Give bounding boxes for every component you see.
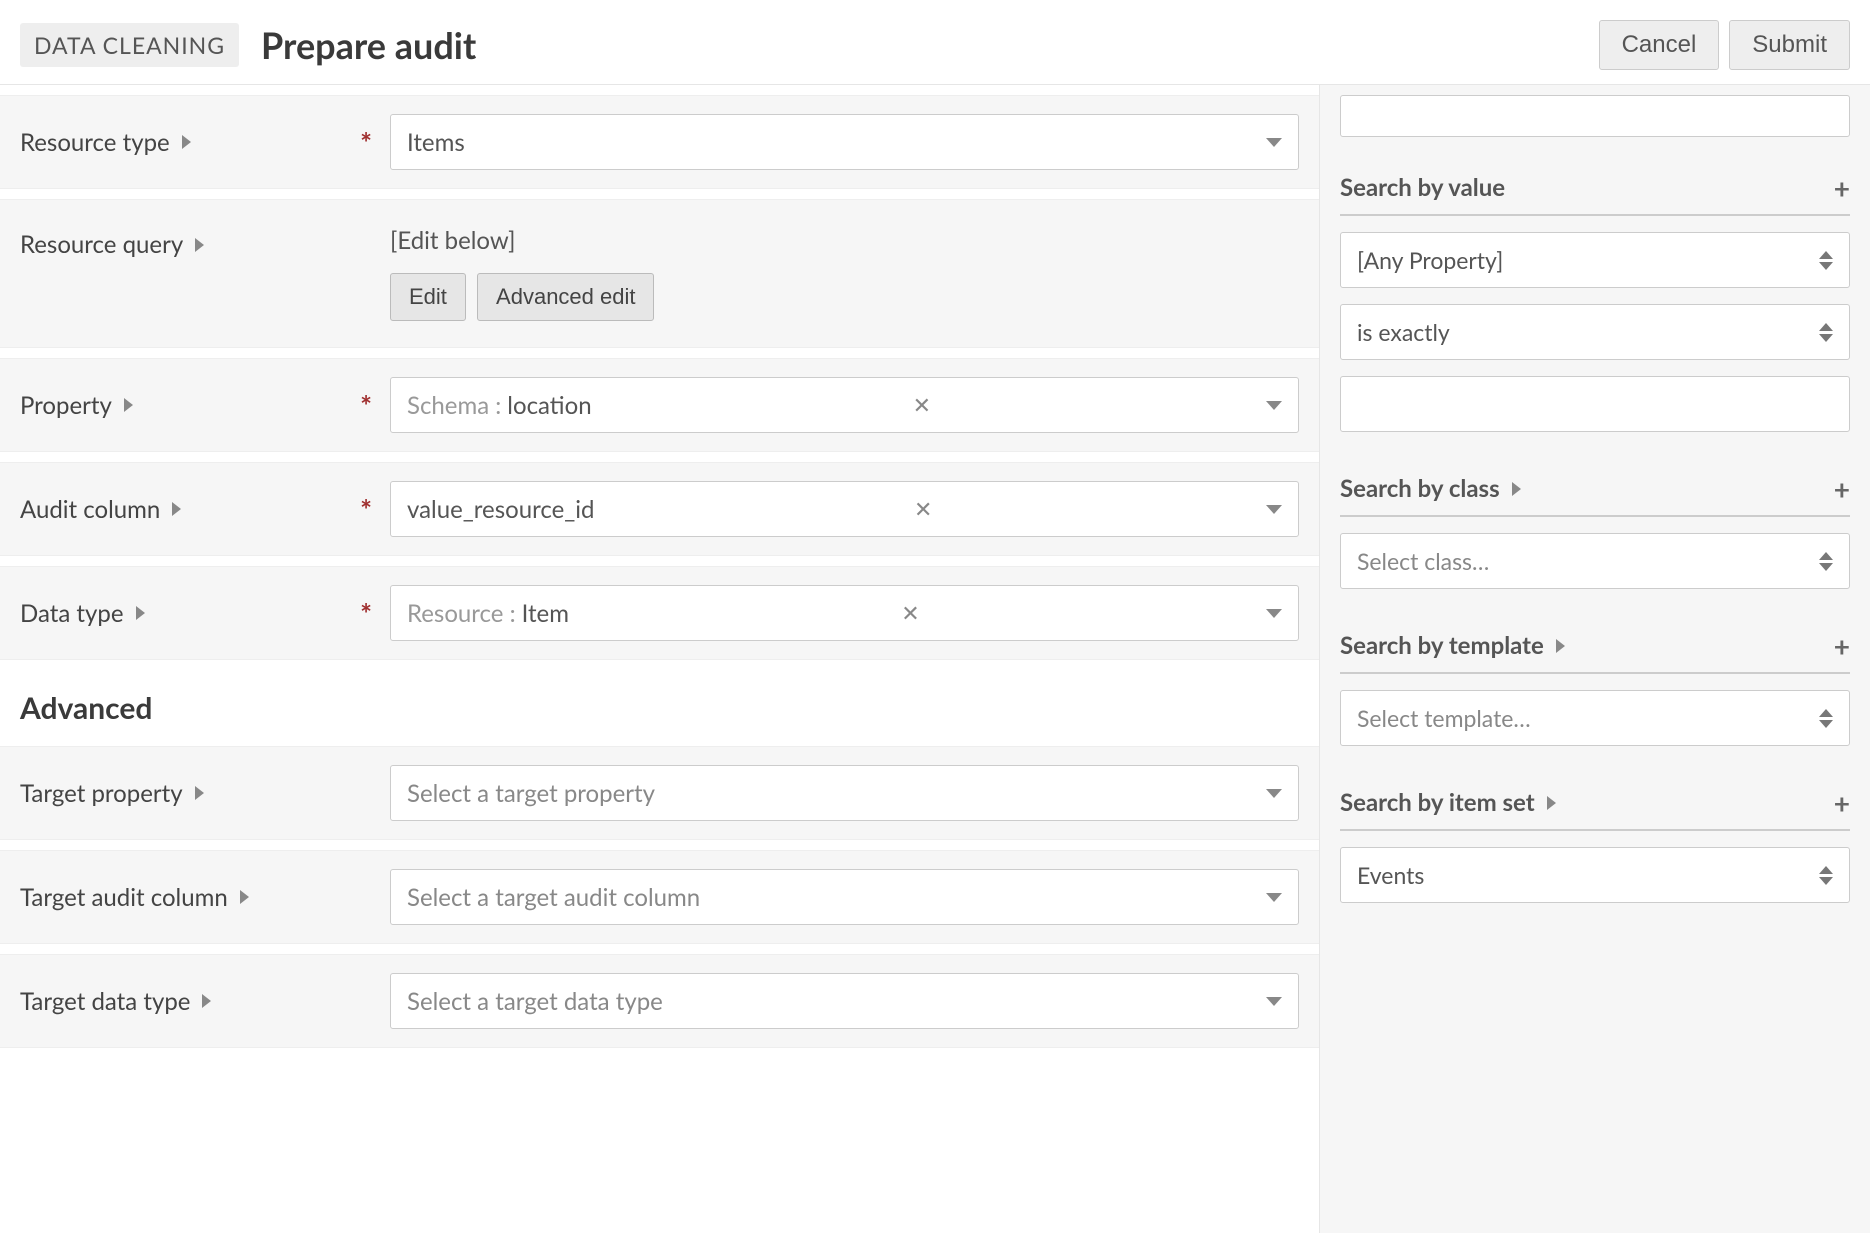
chevron-down-icon bbox=[1266, 789, 1282, 798]
chevron-right-icon[interactable] bbox=[124, 398, 133, 412]
search-by-value-title: Search by value bbox=[1340, 173, 1505, 202]
plus-icon[interactable]: + bbox=[1834, 789, 1850, 817]
field-resource-query: Resource query [Edit below] Edit Advance… bbox=[0, 199, 1319, 348]
select-placeholder: Select a target audit column bbox=[407, 883, 700, 912]
submit-button[interactable]: Submit bbox=[1729, 20, 1850, 70]
combo-prefix: Resource : bbox=[407, 599, 516, 628]
label-audit-column: Audit column bbox=[20, 495, 160, 524]
chevron-right-icon[interactable] bbox=[1512, 482, 1521, 496]
plus-icon[interactable]: + bbox=[1834, 475, 1850, 503]
field-audit-column: Audit column * value_resource_id ✕ bbox=[0, 462, 1319, 556]
select-placeholder: Select a target data type bbox=[407, 987, 663, 1016]
select-value: Items bbox=[407, 128, 465, 157]
label-target-audit-column: Target audit column bbox=[20, 883, 228, 912]
breadcrumb[interactable]: DATA CLEANING bbox=[20, 23, 239, 67]
select-value: [Any Property] bbox=[1357, 246, 1503, 274]
combo-property[interactable]: Schema : location ✕ bbox=[390, 377, 1299, 433]
label-data-type: Data type bbox=[20, 599, 124, 628]
edit-button[interactable]: Edit bbox=[390, 273, 466, 321]
chevron-down-icon bbox=[1266, 138, 1282, 147]
combo-data-type[interactable]: Resource : Item ✕ bbox=[390, 585, 1299, 641]
select-placeholder: Select class… bbox=[1357, 547, 1489, 575]
field-property: Property * Schema : location ✕ bbox=[0, 358, 1319, 452]
label-target-property: Target property bbox=[20, 779, 183, 808]
search-by-class-title: Search by class bbox=[1340, 474, 1500, 503]
label-property: Property bbox=[20, 391, 112, 420]
sort-icon bbox=[1819, 866, 1833, 885]
combo-prefix: Schema : bbox=[407, 391, 501, 420]
close-icon[interactable]: ✕ bbox=[914, 495, 932, 523]
chevron-right-icon[interactable] bbox=[240, 890, 249, 904]
chevron-right-icon[interactable] bbox=[172, 502, 181, 516]
search-template-select[interactable]: Select template… bbox=[1340, 690, 1850, 746]
page-header: DATA CLEANING Prepare audit Cancel Submi… bbox=[0, 0, 1870, 85]
field-target-data-type: Target data type Select a target data ty… bbox=[0, 954, 1319, 1048]
search-by-class-header: Search by class + bbox=[1340, 466, 1850, 517]
combo-value: value_resource_id bbox=[407, 495, 594, 524]
chevron-right-icon[interactable] bbox=[182, 135, 191, 149]
sort-icon bbox=[1819, 552, 1833, 571]
search-class-select[interactable]: Select class… bbox=[1340, 533, 1850, 589]
search-by-value-header: Search by value + bbox=[1340, 165, 1850, 216]
cancel-button[interactable]: Cancel bbox=[1599, 20, 1720, 70]
search-by-template-title: Search by template bbox=[1340, 631, 1544, 660]
select-value: is exactly bbox=[1357, 318, 1450, 346]
chevron-down-icon bbox=[1266, 401, 1282, 410]
plus-icon[interactable]: + bbox=[1834, 632, 1850, 660]
sort-icon bbox=[1819, 323, 1833, 342]
sort-icon bbox=[1819, 251, 1833, 270]
chevron-down-icon bbox=[1266, 997, 1282, 1006]
select-target-data-type[interactable]: Select a target data type bbox=[390, 973, 1299, 1029]
select-target-property[interactable]: Select a target property bbox=[390, 765, 1299, 821]
search-value-property[interactable]: [Any Property] bbox=[1340, 232, 1850, 288]
label-target-data-type: Target data type bbox=[20, 987, 190, 1016]
sort-icon bbox=[1819, 709, 1833, 728]
label-resource-type: Resource type bbox=[20, 128, 170, 157]
required-icon: * bbox=[360, 596, 372, 630]
select-placeholder: Select template… bbox=[1357, 704, 1531, 732]
label-resource-query: Resource query bbox=[20, 230, 183, 259]
search-by-item-set-header: Search by item set + bbox=[1340, 780, 1850, 831]
form-pane: Resource type * Items Resource query [Ed… bbox=[0, 85, 1320, 1233]
search-by-template-header: Search by template + bbox=[1340, 623, 1850, 674]
resource-query-hint: [Edit below] bbox=[390, 226, 1299, 255]
chevron-right-icon[interactable] bbox=[202, 994, 211, 1008]
required-icon: * bbox=[360, 492, 372, 526]
chevron-down-icon bbox=[1266, 505, 1282, 514]
select-value: Events bbox=[1357, 861, 1424, 889]
field-target-property: Target property Select a target property bbox=[0, 746, 1319, 840]
plus-icon[interactable]: + bbox=[1834, 174, 1850, 202]
field-target-audit-column: Target audit column Select a target audi… bbox=[0, 850, 1319, 944]
required-icon: * bbox=[360, 388, 372, 422]
select-target-audit-column[interactable]: Select a target audit column bbox=[390, 869, 1299, 925]
page-title: Prepare audit bbox=[261, 23, 476, 67]
search-by-item-set-title: Search by item set bbox=[1340, 788, 1535, 817]
combo-audit-column[interactable]: value_resource_id ✕ bbox=[390, 481, 1299, 537]
chevron-right-icon[interactable] bbox=[195, 786, 204, 800]
advanced-heading: Advanced bbox=[0, 660, 1319, 736]
field-resource-type: Resource type * Items bbox=[0, 95, 1319, 189]
chevron-right-icon[interactable] bbox=[136, 606, 145, 620]
chevron-right-icon[interactable] bbox=[1547, 796, 1556, 810]
required-icon: * bbox=[360, 125, 372, 159]
chevron-right-icon[interactable] bbox=[195, 238, 204, 252]
select-resource-type[interactable]: Items bbox=[390, 114, 1299, 170]
select-placeholder: Select a target property bbox=[407, 779, 655, 808]
combo-value: Item bbox=[522, 599, 569, 628]
field-data-type: Data type * Resource : Item ✕ bbox=[0, 566, 1319, 660]
search-value-operator[interactable]: is exactly bbox=[1340, 304, 1850, 360]
sidebar: Search by value + [Any Property] is exac… bbox=[1320, 85, 1870, 1233]
search-value-input[interactable] bbox=[1340, 376, 1850, 432]
sidebar-top-input[interactable] bbox=[1340, 95, 1850, 137]
chevron-down-icon bbox=[1266, 609, 1282, 618]
search-item-set-select[interactable]: Events bbox=[1340, 847, 1850, 903]
close-icon[interactable]: ✕ bbox=[913, 391, 931, 419]
close-icon[interactable]: ✕ bbox=[901, 599, 919, 627]
advanced-edit-button[interactable]: Advanced edit bbox=[477, 273, 654, 321]
chevron-down-icon bbox=[1266, 893, 1282, 902]
chevron-right-icon[interactable] bbox=[1556, 639, 1565, 653]
combo-value: location bbox=[507, 391, 591, 420]
